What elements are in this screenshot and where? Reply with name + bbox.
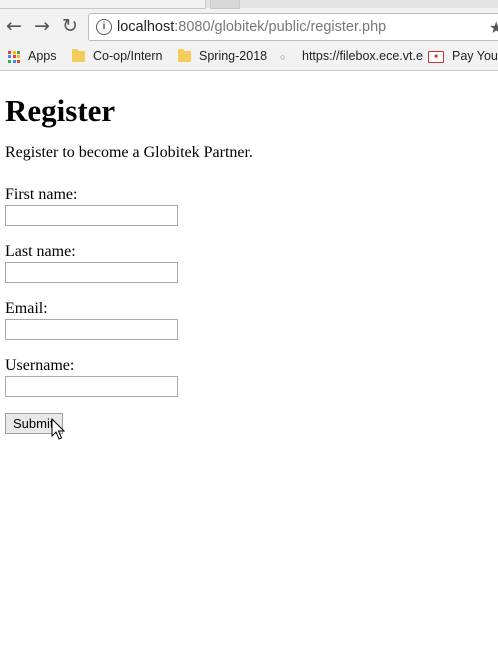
tab-active[interactable] <box>0 0 206 9</box>
bookmarks-bar: Apps Co-op/Intern Spring-2018 ○ https://f… <box>0 45 498 67</box>
info-icon[interactable]: i <box>96 19 112 35</box>
first-name-group: First name: <box>5 186 405 226</box>
apps-grid-icon <box>8 50 20 63</box>
last-name-label: Last name: <box>5 243 76 260</box>
bookmark-label: Co-op/Intern <box>93 49 163 63</box>
page-title: Register <box>5 93 116 128</box>
address-bar[interactable]: i localhost:8080/globitek/public/registe… <box>88 13 498 41</box>
tab-strip <box>0 0 498 9</box>
username-field[interactable] <box>5 376 178 397</box>
page-content: Register Register to become a Globitek P… <box>5 70 498 162</box>
username-label: Username: <box>5 357 75 374</box>
first-name-field[interactable] <box>5 205 178 226</box>
folder-icon <box>72 49 85 63</box>
new-tab-button[interactable] <box>210 0 240 9</box>
back-arrow-icon[interactable]: ← <box>2 14 26 38</box>
bookmark-star-icon[interactable]: ★ <box>489 18 498 37</box>
first-name-label: First name: <box>5 186 78 203</box>
browser-chrome: ← → ↻ i localhost:8080/globitek/public/r… <box>0 0 498 71</box>
email-label: Email: <box>5 300 48 317</box>
payment-icon: ■ <box>428 50 444 63</box>
bookmark-label: Pay Your <box>452 49 498 63</box>
bookmark-label: Apps <box>28 49 57 63</box>
email-group: Email: <box>5 300 405 340</box>
bookmark-label: Spring-2018 <box>199 49 268 63</box>
last-name-group: Last name: <box>5 243 405 283</box>
page-icon: ○ <box>280 51 286 62</box>
bookmark-coop-intern[interactable]: Co-op/Intern <box>72 47 162 65</box>
reload-icon[interactable]: ↻ <box>58 14 82 38</box>
email-field[interactable] <box>5 319 178 340</box>
folder-icon <box>178 49 191 63</box>
url-path: :8080/globitek/public/register.php <box>174 19 387 35</box>
username-group: Username: <box>5 357 405 397</box>
mouse-cursor-icon <box>51 418 65 440</box>
bookmark-spring-2018[interactable]: Spring-2018 <box>178 47 267 65</box>
forward-arrow-icon[interactable]: → <box>30 14 54 38</box>
url-text[interactable]: localhost:8080/globitek/public/register.… <box>117 19 386 35</box>
bookmark-pay-your[interactable]: ■ Pay Your <box>428 47 498 65</box>
bookmark-filebox[interactable]: ○ https://filebox.ece.vt.e <box>280 47 423 65</box>
intro-text: Register to become a Globitek Partner. <box>5 144 253 161</box>
last-name-field[interactable] <box>5 262 178 283</box>
bookmark-apps[interactable]: Apps <box>8 47 57 65</box>
bookmark-label: https://filebox.ece.vt.e <box>302 49 423 63</box>
url-host: localhost <box>117 19 175 35</box>
